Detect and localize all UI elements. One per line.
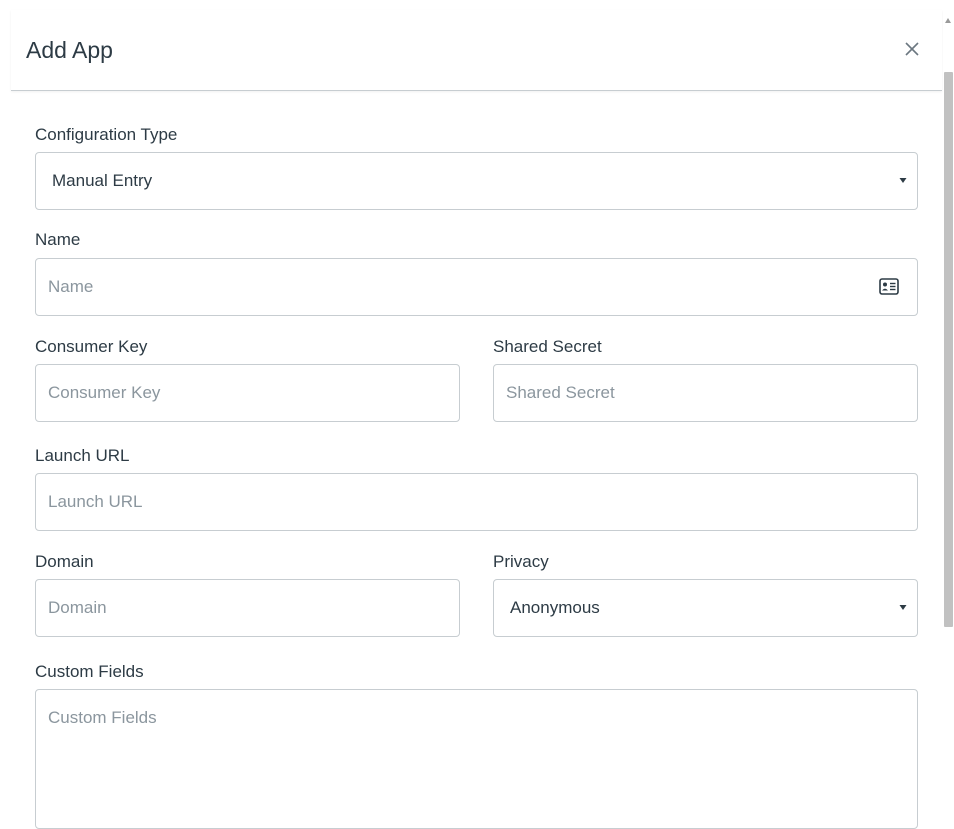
shared-secret-input[interactable]: Shared Secret <box>493 364 918 422</box>
dialog-title: Add App <box>26 37 113 63</box>
privacy-value: Anonymous <box>510 598 600 617</box>
name-input[interactable]: Name <box>35 258 918 316</box>
configuration-type-select[interactable]: Manual Entry <box>35 152 918 210</box>
scroll-up-arrow-icon[interactable] <box>945 18 951 23</box>
consumer-key-label: Consumer Key <box>35 337 148 356</box>
shared-secret-label: Shared Secret <box>493 337 602 356</box>
name-label: Name <box>35 230 81 249</box>
configuration-type-value: Manual Entry <box>52 171 153 190</box>
shared-secret-placeholder: Shared Secret <box>506 383 615 402</box>
custom-fields-textarea[interactable]: Custom Fields <box>35 689 918 829</box>
chevron-down-icon <box>899 178 907 183</box>
domain-label: Domain <box>35 552 94 571</box>
scrollbar-thumb[interactable] <box>944 72 953 627</box>
name-placeholder: Name <box>48 277 94 296</box>
close-icon[interactable] <box>899 36 925 62</box>
consumer-key-placeholder: Consumer Key <box>48 383 161 402</box>
domain-input[interactable]: Domain <box>35 579 460 637</box>
launch-url-label: Launch URL <box>35 446 130 465</box>
scrollbar[interactable] <box>943 10 954 807</box>
privacy-label: Privacy <box>493 552 549 571</box>
privacy-select[interactable]: Anonymous <box>493 579 918 637</box>
add-app-dialog: Add App Configuration Type Manual Entry … <box>11 10 942 829</box>
custom-fields-label: Custom Fields <box>35 662 144 681</box>
consumer-key-input[interactable]: Consumer Key <box>35 364 460 422</box>
custom-fields-placeholder: Custom Fields <box>48 708 157 727</box>
domain-placeholder: Domain <box>48 598 107 617</box>
launch-url-placeholder: Launch URL <box>48 492 143 511</box>
chevron-down-icon <box>899 605 907 610</box>
dialog-header: Add App <box>11 10 942 91</box>
configuration-type-label: Configuration Type <box>35 125 178 144</box>
contact-card-icon <box>879 278 899 295</box>
launch-url-input[interactable]: Launch URL <box>35 473 918 531</box>
